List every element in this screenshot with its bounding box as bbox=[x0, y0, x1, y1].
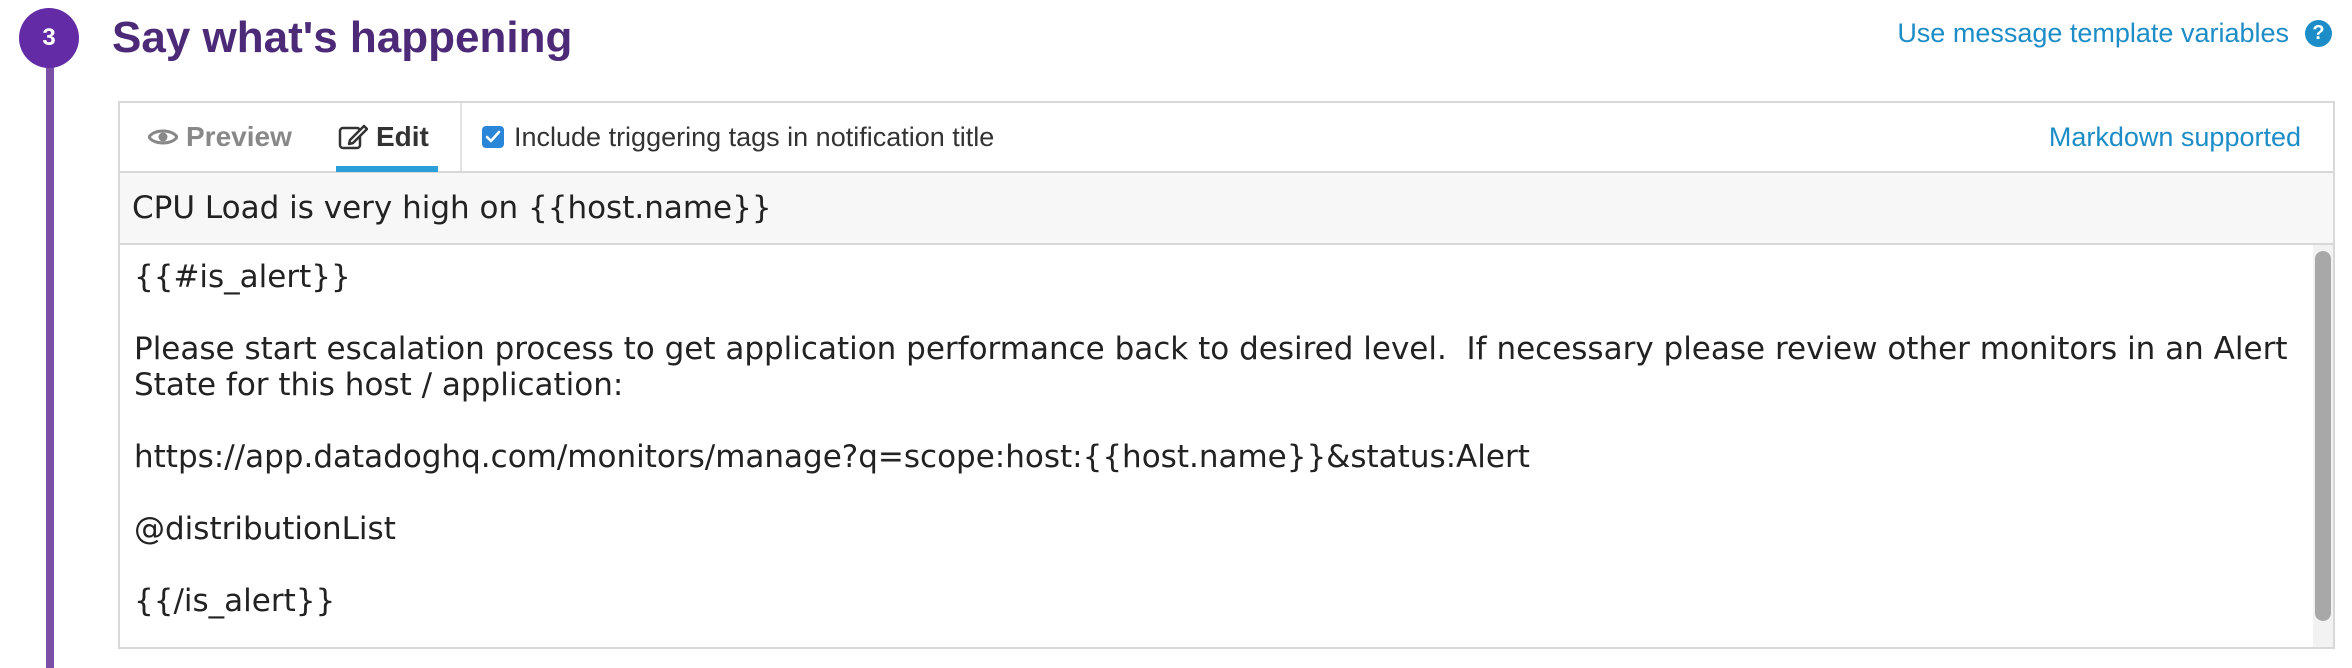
step-number-badge: 3 bbox=[19, 8, 79, 68]
checkbox-checked-icon[interactable] bbox=[482, 126, 504, 148]
scrollbar-thumb[interactable] bbox=[2315, 251, 2331, 621]
toolbar-divider bbox=[460, 103, 462, 171]
eye-icon bbox=[148, 127, 178, 147]
body-line: Please start escalation process to get a… bbox=[134, 331, 2298, 403]
tab-preview[interactable]: Preview bbox=[148, 103, 292, 171]
body-line bbox=[134, 295, 2301, 331]
markdown-supported-link[interactable]: Markdown supported bbox=[2049, 103, 2301, 171]
template-variables-label: Use message template variables bbox=[1897, 18, 2289, 48]
body-line: https://app.datadoghq.com/monitors/manag… bbox=[134, 439, 1530, 475]
notification-body-textarea[interactable]: {{#is_alert}} Please start escalation pr… bbox=[120, 245, 2315, 647]
active-tab-indicator bbox=[336, 166, 438, 172]
editor-toolbar: Preview Edit Include triggering tags in … bbox=[120, 103, 2333, 173]
include-tags-label: Include triggering tags in notification … bbox=[514, 121, 995, 152]
body-line: {{/is_alert}} bbox=[134, 583, 336, 619]
step-rail bbox=[46, 30, 54, 668]
notification-message-section: 3 Say what's happening Use message templ… bbox=[0, 0, 2352, 668]
tab-edit-label: Edit bbox=[376, 121, 429, 152]
include-tags-checkbox[interactable]: Include triggering tags in notification … bbox=[482, 103, 994, 171]
body-line bbox=[134, 403, 2301, 439]
help-icon[interactable]: ? bbox=[2305, 20, 2332, 47]
section-title: Say what's happening bbox=[112, 13, 573, 62]
body-line: {{#is_alert}} bbox=[134, 259, 351, 295]
notification-title-input[interactable] bbox=[120, 173, 2333, 245]
body-scrollbar[interactable] bbox=[2313, 245, 2333, 647]
message-editor: Preview Edit Include triggering tags in … bbox=[118, 101, 2335, 649]
body-line: @distributionList bbox=[134, 511, 396, 547]
edit-icon bbox=[338, 122, 368, 152]
template-variables-link[interactable]: Use message template variables ? bbox=[1897, 18, 2332, 49]
tab-edit[interactable]: Edit bbox=[338, 103, 429, 171]
body-line bbox=[134, 547, 2301, 583]
tab-preview-label: Preview bbox=[186, 121, 292, 152]
body-line bbox=[134, 475, 2301, 511]
